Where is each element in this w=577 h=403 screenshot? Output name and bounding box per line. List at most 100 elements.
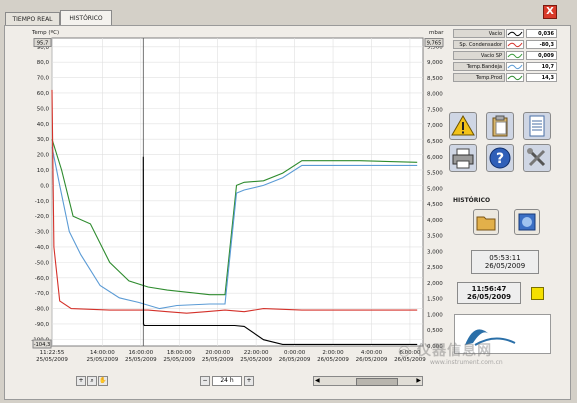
legend-row: Temp.Prod 14,3 xyxy=(453,73,557,83)
y-tick-label-right: 2,500 xyxy=(427,265,443,271)
scroll-thumb[interactable] xyxy=(356,378,398,386)
y-tick-label-right: 0,500 xyxy=(427,328,443,334)
legend-label: Vacío xyxy=(453,29,505,38)
legend-swatch xyxy=(506,62,524,71)
x-tick-date: 26/05/2009 xyxy=(317,357,349,363)
legend-label: Sp. Condensador xyxy=(453,40,505,49)
application-window: TIEMPO REAL HISTÓRICO X 90,0 80,0 70,0 60,0… xyxy=(0,0,577,403)
y-tick-label-right: 9,000 xyxy=(427,60,443,66)
y-tick-label-right: 6,000 xyxy=(427,155,443,161)
tools-button[interactable] xyxy=(523,144,551,172)
tab-tiempo-real[interactable]: TIEMPO REAL xyxy=(5,12,60,26)
close-button[interactable]: X xyxy=(543,5,557,19)
y-tick-label-right: 3,000 xyxy=(427,249,443,255)
legend-swatch xyxy=(506,51,524,60)
pan-tool[interactable]: ✋ xyxy=(98,376,108,386)
print-button[interactable] xyxy=(449,144,477,172)
document-button[interactable] xyxy=(523,112,551,140)
y-tick-label-left: -10,0 xyxy=(35,199,50,205)
legend-swatch xyxy=(506,73,524,82)
legend-row: Vacío 0,036 xyxy=(453,29,557,39)
x-tick-time: 18:00:00 xyxy=(167,350,192,356)
y-tick-label-left: -80,0 xyxy=(35,307,50,313)
tools-icon xyxy=(527,148,546,167)
y-tick-label-left: 70,0 xyxy=(37,76,50,82)
legend-value: 14,3 xyxy=(526,73,557,82)
y-tick-label-left: 50,0 xyxy=(37,106,50,112)
x-tick-date: 26/05/2009 xyxy=(356,357,388,363)
zoom-range-field[interactable]: 24 h xyxy=(212,376,242,386)
alarm-warning-button[interactable] xyxy=(449,112,477,140)
time-scrollbar[interactable]: ◀ ▶ xyxy=(313,376,423,386)
y-axis-label-left: Temp (ºC) xyxy=(31,29,59,36)
folder-icon xyxy=(476,216,496,231)
watermark-url: www.instrument.com.cn xyxy=(430,359,503,366)
y-tick-label-left: 0,0 xyxy=(40,183,49,189)
legend-value: 0,036 xyxy=(526,29,557,38)
legend-value: 10,7 xyxy=(526,62,557,71)
scroll-right-icon: ▶ xyxy=(416,377,421,384)
cursor-time: 05:53:11 xyxy=(489,254,521,262)
y-tick-label-right: 4,000 xyxy=(427,218,443,224)
clock-date: 26/05/2009 xyxy=(466,293,512,301)
x-tick-time: 2:00:00 xyxy=(322,350,344,356)
y-tick-label-left: -50,0 xyxy=(35,260,50,266)
export-button[interactable] xyxy=(514,209,540,235)
y-tick-label-left: 10,0 xyxy=(37,168,50,174)
y-right-max-value: 9,765 xyxy=(427,41,442,47)
x-tick-date: 25/05/2009 xyxy=(202,357,234,363)
legend-label: Temp.Bandeja xyxy=(453,62,505,71)
help-button[interactable]: ? xyxy=(486,144,514,172)
y-tick-label-left: 60,0 xyxy=(37,91,50,97)
y-tick-label-right: 1,500 xyxy=(427,297,443,303)
increment-button[interactable]: + xyxy=(244,376,254,386)
x-tick-time: 11:22:55 xyxy=(40,350,65,356)
magnifier-icon: ⌕ xyxy=(90,377,94,384)
y-tick-label-left: 80,0 xyxy=(37,60,50,66)
x-tick-date: 25/05/2009 xyxy=(36,357,68,363)
zoom-tool[interactable]: ⌕ xyxy=(87,376,97,386)
tab-historico[interactable]: HISTÓRICO xyxy=(60,10,112,26)
cursor-date: 26/05/2009 xyxy=(484,262,526,270)
y-tick-label-left: 30,0 xyxy=(37,137,50,143)
y-tick-label-right: 6,500 xyxy=(427,139,443,145)
legend-row: Sp. Condensador -80,3 xyxy=(453,40,557,50)
clock-time: 11:56:47 xyxy=(471,285,507,293)
y-tick-label-right: 7,000 xyxy=(427,123,443,129)
decrement-button[interactable]: − xyxy=(200,376,210,386)
cursor-timestamp-box: 05:53:11 26/05/2009 xyxy=(471,250,539,274)
open-folder-button[interactable] xyxy=(473,209,499,235)
y-tick-label-left: -90,0 xyxy=(35,322,50,328)
clipboard-button[interactable] xyxy=(486,112,514,140)
x-tick-time: 16:00:00 xyxy=(128,350,153,356)
y-tick-label-left: -20,0 xyxy=(35,214,50,220)
watermark: ◎ 仪器信息网 xyxy=(398,343,493,359)
y-tick-label-right: 4,500 xyxy=(427,202,443,208)
scroll-left-icon: ◀ xyxy=(315,377,320,384)
legend-label: Temp.Prod xyxy=(453,73,505,82)
warning-icon xyxy=(451,115,475,136)
x-tick-time: 20:00:00 xyxy=(205,350,230,356)
x-tick-date: 25/05/2009 xyxy=(125,357,157,363)
plus-icon: + xyxy=(246,377,252,384)
y-tick-label-right: 2,000 xyxy=(427,281,443,287)
globe-icon xyxy=(518,213,536,231)
y-tick-label-right: 8,500 xyxy=(427,76,443,82)
y-max-value: 95,7 xyxy=(37,41,49,47)
zoom-in-icon: + xyxy=(78,377,84,384)
legend-value: 0,009 xyxy=(526,51,557,60)
y-tick-label-right: 7,500 xyxy=(427,107,443,113)
help-icon: ? xyxy=(489,147,511,169)
zoom-in-tool[interactable]: + xyxy=(76,376,86,386)
x-tick-time: 0:00:00 xyxy=(284,350,306,356)
plot-area xyxy=(51,37,424,347)
x-tick-date: 26/05/2009 xyxy=(279,357,311,363)
y-tick-label-left: -30,0 xyxy=(35,230,50,236)
x-tick-date: 25/05/2009 xyxy=(87,357,119,363)
clipboard-icon xyxy=(492,115,508,137)
svg-text:?: ? xyxy=(496,151,504,167)
document-icon xyxy=(529,115,545,137)
y-tick-label-right: 8,000 xyxy=(427,92,443,98)
x-tick-time: 4:00:00 xyxy=(361,350,383,356)
y-tick-label-right: 5,500 xyxy=(427,171,443,177)
